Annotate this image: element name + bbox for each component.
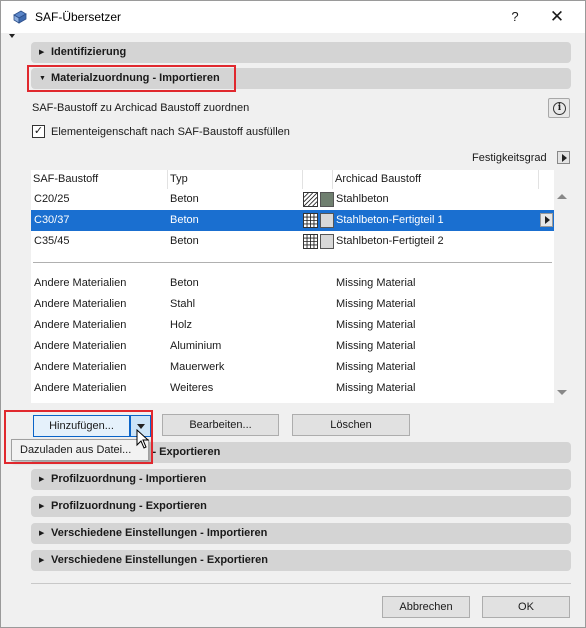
- fill-property-label: Elementeigenschaft nach SAF-Baustoff aus…: [51, 126, 290, 138]
- section-label: Identifizierung: [51, 46, 127, 58]
- section-identifizierung[interactable]: ▶ Identifizierung: [31, 42, 571, 63]
- saf-cell: C30/37: [34, 214, 70, 226]
- table-divider: [33, 262, 552, 263]
- saf-cell: Andere Materialien: [34, 298, 127, 310]
- column-header-archicad[interactable]: Archicad Baustoff: [333, 170, 539, 189]
- window-title: SAF-Übersetzer: [35, 10, 122, 24]
- saf-cell: C20/25: [34, 193, 70, 205]
- highlight-box-section: [27, 65, 236, 92]
- cancel-button[interactable]: Abbrechen: [382, 596, 470, 618]
- typ-cell: Beton: [170, 214, 199, 226]
- section-profil-export[interactable]: ▶ Profilzuordnung - Exportieren: [31, 496, 571, 517]
- title-bar: SAF-Übersetzer ? ✕: [1, 1, 585, 33]
- festigkeitsgrad-label: Festigkeitsgrad: [472, 152, 547, 164]
- section-profil-import[interactable]: ▶ Profilzuordnung - Importieren: [31, 469, 571, 490]
- grid-hatch-icon: [303, 213, 318, 228]
- material-import-description: SAF-Baustoff zu Archicad Baustoff zuordn…: [32, 102, 250, 114]
- info-icon: i: [553, 102, 566, 115]
- archicad-cell: Missing Material: [336, 319, 416, 331]
- section-versch-export[interactable]: ▶ Verschiedene Einstellungen - Exportier…: [31, 550, 571, 571]
- table-row[interactable]: C35/45 Beton Stahlbeton-Fertigteil 2: [31, 231, 554, 252]
- saf-cell: Andere Materialien: [34, 382, 127, 394]
- archicad-cell: Stahlbeton: [336, 193, 389, 205]
- edit-button[interactable]: Bearbeiten...: [162, 414, 279, 436]
- typ-cell: Weiteres: [170, 382, 214, 394]
- saf-translator-app-icon: [13, 10, 27, 24]
- material-color-swatch: [320, 213, 334, 228]
- saf-cell: Andere Materialien: [34, 319, 127, 331]
- typ-cell: Mauerwerk: [170, 361, 225, 373]
- dialog-window: SAF-Übersetzer ? ✕ ▶ Identifizierung ▼ M…: [0, 0, 586, 628]
- archicad-cell: Missing Material: [336, 277, 416, 289]
- saf-cell: Andere Materialien: [34, 361, 127, 373]
- table-row[interactable]: C20/25 Beton Stahlbeton: [31, 189, 554, 210]
- highlight-box-add: [4, 410, 153, 464]
- saf-cell: Andere Materialien: [34, 340, 127, 352]
- table-row[interactable]: Andere Materialien Beton Missing Materia…: [31, 273, 554, 294]
- info-button[interactable]: i: [548, 98, 570, 118]
- grid-hatch-icon: [303, 234, 318, 249]
- material-color-swatch: [320, 234, 334, 249]
- table-row[interactable]: Andere Materialien Holz Missing Material: [31, 315, 554, 336]
- typ-cell: Holz: [170, 319, 193, 331]
- ok-button[interactable]: OK: [482, 596, 570, 618]
- expand-arrow-icon: ▶: [39, 530, 45, 537]
- close-button[interactable]: ✕: [547, 8, 567, 28]
- row-expand-arrow-button[interactable]: [540, 213, 553, 227]
- expand-arrow-icon: ▶: [39, 476, 45, 483]
- delete-button[interactable]: Löschen: [292, 414, 410, 436]
- fill-property-checkbox[interactable]: ✓: [32, 125, 45, 138]
- expand-arrow-icon: ▶: [39, 557, 45, 564]
- table-row[interactable]: Andere Materialien Weiteres Missing Mate…: [31, 378, 554, 399]
- archicad-cell: Stahlbeton-Fertigteil 1: [336, 214, 444, 226]
- archicad-cell: Missing Material: [336, 361, 416, 373]
- saf-cell: Andere Materialien: [34, 277, 127, 289]
- table-row[interactable]: Andere Materialien Mauerwerk Missing Mat…: [31, 357, 554, 378]
- material-color-swatch: [320, 192, 334, 207]
- scroll-up-arrow-icon[interactable]: [557, 194, 567, 199]
- typ-cell: Aluminium: [170, 340, 222, 352]
- typ-cell: Beton: [170, 277, 199, 289]
- archicad-cell: Missing Material: [336, 340, 416, 352]
- scroll-down-arrow-icon[interactable]: [557, 390, 567, 395]
- expand-arrow-icon: ▶: [39, 49, 45, 56]
- archicad-cell: Missing Material: [336, 298, 416, 310]
- diagonal-hatch-icon: [303, 192, 318, 207]
- column-header-swatch[interactable]: [303, 170, 333, 189]
- typ-cell: Beton: [170, 235, 199, 247]
- section-label: Verschiedene Einstellungen - Importieren: [51, 527, 268, 539]
- festigkeitsgrad-arrow-button[interactable]: [557, 151, 570, 164]
- footer-divider: [31, 583, 571, 584]
- section-label: Profilzuordnung - Exportieren: [51, 500, 207, 512]
- corner-marker-icon: [9, 34, 15, 38]
- table-scrollbar[interactable]: [554, 170, 571, 403]
- table-row-selected[interactable]: C30/37 Beton Stahlbeton-Fertigteil 1: [31, 210, 554, 231]
- mouse-cursor-icon: [136, 429, 150, 449]
- typ-cell: Beton: [170, 193, 199, 205]
- column-header-typ[interactable]: Typ: [168, 170, 303, 189]
- typ-cell: Stahl: [170, 298, 196, 310]
- material-mapping-table: SAF-Baustoff Typ Archicad Baustoff C20/2…: [31, 170, 554, 403]
- column-header-saf[interactable]: SAF-Baustoff: [31, 170, 168, 189]
- section-label: Verschiedene Einstellungen - Exportieren: [51, 554, 269, 566]
- section-label: Profilzuordnung - Importieren: [51, 473, 207, 485]
- section-versch-import[interactable]: ▶ Verschiedene Einstellungen - Importier…: [31, 523, 571, 544]
- expand-arrow-icon: ▶: [39, 503, 45, 510]
- archicad-cell: Stahlbeton-Fertigteil 2: [336, 235, 444, 247]
- archicad-cell: Missing Material: [336, 382, 416, 394]
- table-row[interactable]: Andere Materialien Aluminium Missing Mat…: [31, 336, 554, 357]
- help-button[interactable]: ?: [506, 8, 524, 26]
- saf-cell: C35/45: [34, 235, 70, 247]
- table-row[interactable]: Andere Materialien Stahl Missing Materia…: [31, 294, 554, 315]
